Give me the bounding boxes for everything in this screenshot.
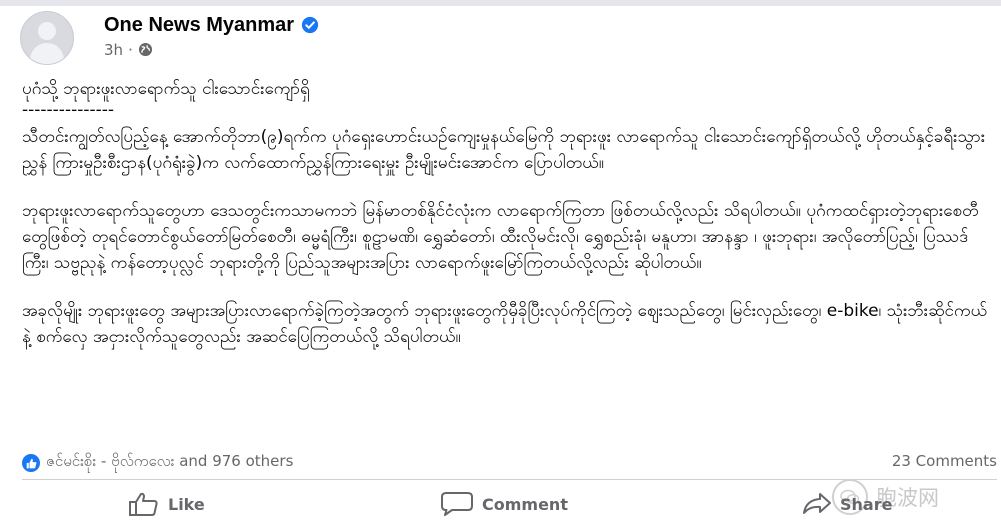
page-name-row: One News Myanmar — [104, 14, 319, 37]
verified-badge-icon — [301, 16, 319, 34]
like-reaction-icon — [22, 454, 40, 472]
paragraph-1: သီတင်းကျွတ်လပြည့်နေ့ အောက်တိုဘာ(၉)ရက်က ပ… — [22, 127, 986, 173]
meta-separator: · — [128, 40, 133, 59]
title-rule: --------------- — [22, 100, 115, 120]
post-title: ပုဂံသို့ ဘုရားဖူးလာရောက်သူ ငါးသောင်းကျော… — [22, 79, 310, 99]
share-arrow-icon — [803, 493, 831, 514]
header-text: One News Myanmar 3h · — [104, 14, 319, 59]
comment-button[interactable]: Comment — [440, 484, 568, 524]
paragraph-3: အခုလိုမျိုး ဘုရားဖူးတွေ အများအပြားလာရောက… — [22, 301, 988, 347]
avatar-body — [30, 43, 64, 64]
page-name[interactable]: One News Myanmar — [104, 14, 294, 37]
post-header: One News Myanmar 3h · — [20, 11, 319, 65]
share-label: Share — [840, 494, 893, 514]
globe-icon[interactable] — [138, 42, 153, 57]
post-meta: 3h · — [104, 41, 319, 59]
post-time[interactable]: 3h — [104, 41, 123, 59]
reactions-summary[interactable]: ဇင်မင်းစိုး - ဗိုလ်ကလေး and 976 others — [22, 452, 293, 474]
thumbs-up-icon — [129, 492, 158, 516]
share-button[interactable]: Share — [802, 484, 892, 524]
comment-bubble-icon — [441, 492, 473, 516]
avatar-head — [38, 22, 56, 40]
like-button[interactable]: Like — [128, 484, 205, 524]
like-label: Like — [168, 494, 205, 514]
paragraph-2: ဘုရားဖူးလာရောက်သူတွေဟာ ဒေသတွင်းကသာမကဘဲ မ… — [22, 201, 979, 273]
post-body: ပုဂံသို့ ဘုရားဖူးလာရောက်သူ ငါးသောင်းကျော… — [22, 76, 992, 350]
action-bar: Like Comment Share — [0, 484, 1001, 524]
comments-count[interactable]: 23 Comments — [892, 452, 997, 470]
avatar[interactable] — [20, 11, 74, 65]
comment-label: Comment — [482, 494, 568, 514]
top-border — [0, 0, 1001, 6]
reactions-text[interactable]: ဇင်မင်းစိုး - ဗိုလ်ကလေး and 976 others — [46, 452, 293, 474]
